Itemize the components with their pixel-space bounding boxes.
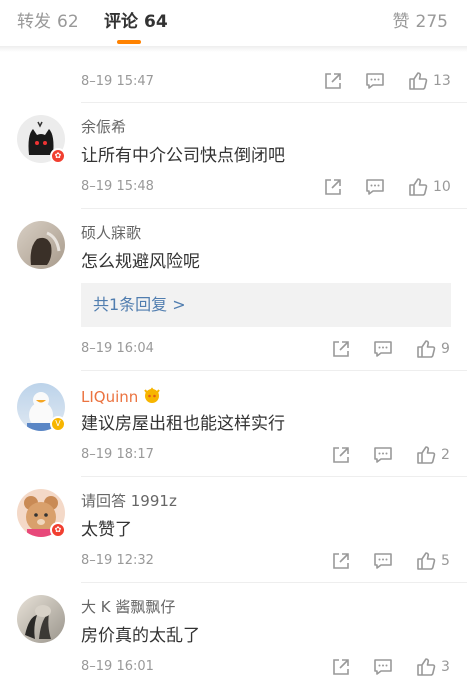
like-count: 2 bbox=[441, 447, 450, 463]
avatar[interactable]: V bbox=[17, 383, 66, 432]
verified-badge-icon: ✿ bbox=[50, 148, 66, 164]
comment-time: 8–19 15:48 bbox=[81, 179, 154, 194]
comment-item: 8–19 15:47 13 bbox=[0, 52, 467, 103]
like-count: 5 bbox=[441, 553, 450, 569]
comment-username[interactable]: 请回答 1991z bbox=[81, 492, 177, 510]
comment-time: 8–19 12:32 bbox=[81, 553, 154, 568]
comment-actions: 5 bbox=[328, 551, 467, 573]
tab-comments[interactable]: 评论 64 bbox=[104, 12, 168, 32]
comment-username[interactable]: LIQuinn bbox=[81, 386, 162, 408]
comment-item: ✿ 余侲希 让所有中介公司快点倒闭吧 8–19 15:48 10 bbox=[0, 103, 467, 209]
active-tab-indicator bbox=[117, 40, 141, 44]
tab-comments-count: 64 bbox=[144, 12, 168, 32]
comment-text: 让所有中介公司快点倒闭吧 bbox=[81, 146, 285, 166]
like-icon[interactable] bbox=[408, 71, 428, 91]
like-icon[interactable] bbox=[416, 551, 436, 571]
comment-item: 硕人寐歌 怎么规避风险呢 共1条回复 > 8–19 16:04 9 bbox=[0, 209, 467, 371]
comment-text: 太赞了 bbox=[81, 520, 132, 540]
comment-item: ✿ 请回答 1991z 太赞了 8–19 12:32 5 bbox=[0, 477, 467, 583]
avatar-image bbox=[17, 595, 65, 643]
like-count: 13 bbox=[433, 73, 451, 89]
comment-icon[interactable] bbox=[365, 177, 385, 197]
comment-icon[interactable] bbox=[373, 339, 393, 359]
comment-username-text: LIQuinn bbox=[81, 388, 139, 406]
tab-repost-label: 转发 bbox=[17, 12, 51, 32]
repost-icon[interactable] bbox=[323, 71, 343, 91]
comment-icon[interactable] bbox=[365, 71, 385, 91]
comment-time: 8–19 18:17 bbox=[81, 447, 154, 462]
comment-username[interactable]: 硕人寐歌 bbox=[81, 224, 141, 242]
tab-repost[interactable]: 转发 62 bbox=[17, 12, 79, 32]
avatar[interactable]: ✿ bbox=[17, 489, 66, 538]
comment-username[interactable]: 余侲希 bbox=[81, 118, 126, 136]
avatar[interactable] bbox=[17, 221, 65, 269]
like-count: 9 bbox=[441, 341, 450, 357]
tab-likes-label: 赞 bbox=[392, 12, 410, 32]
comments-page: 转发 62 评论 64 赞 275 8–19 15:47 13 ✿ 余侲希 让所… bbox=[0, 0, 467, 693]
repost-icon[interactable] bbox=[331, 339, 351, 359]
tab-likes[interactable]: 赞 275 bbox=[393, 12, 448, 32]
comment-actions: 2 bbox=[328, 445, 467, 467]
comment-time: 8–19 16:04 bbox=[81, 341, 154, 356]
comment-text: 建议房屋出租也能这样实行 bbox=[81, 414, 285, 434]
verified-badge-icon: ✿ bbox=[50, 522, 66, 538]
comment-username[interactable]: 大 K 酱飘飘仔 bbox=[81, 598, 175, 616]
comment-actions: 10 bbox=[320, 177, 460, 199]
comment-time: 8–19 15:47 bbox=[81, 74, 154, 89]
comment-actions: 9 bbox=[328, 339, 467, 361]
avatar-image bbox=[17, 221, 65, 269]
avatar[interactable]: ✿ bbox=[17, 115, 66, 164]
avatar[interactable] bbox=[17, 595, 65, 643]
verified-badge-icon: V bbox=[50, 416, 66, 432]
repost-icon[interactable] bbox=[331, 551, 351, 571]
comment-actions: 13 bbox=[320, 71, 460, 93]
like-icon[interactable] bbox=[416, 657, 436, 677]
comment-time: 8–19 16:01 bbox=[81, 659, 154, 674]
comment-icon[interactable] bbox=[373, 551, 393, 571]
like-count: 10 bbox=[433, 179, 451, 195]
comment-item: 大 K 酱飘飘仔 房价真的太乱了 8–19 16:01 3 bbox=[0, 583, 467, 693]
tab-bar: 转发 62 评论 64 赞 275 bbox=[0, 0, 467, 46]
repost-icon[interactable] bbox=[331, 445, 351, 465]
comment-actions: 3 bbox=[328, 657, 467, 679]
tab-repost-count: 62 bbox=[57, 12, 79, 32]
tab-comments-label: 评论 bbox=[104, 12, 138, 32]
comment-icon[interactable] bbox=[373, 445, 393, 465]
comment-text: 房价真的太乱了 bbox=[81, 626, 200, 646]
like-icon[interactable] bbox=[416, 339, 436, 359]
like-icon[interactable] bbox=[416, 445, 436, 465]
reply-summary-box[interactable]: 共1条回复 > bbox=[81, 283, 451, 327]
comment-text: 怎么规避风险呢 bbox=[81, 252, 200, 272]
like-icon[interactable] bbox=[408, 177, 428, 197]
view-replies-link[interactable]: 共1条回复 > bbox=[93, 295, 186, 315]
like-count: 3 bbox=[441, 659, 450, 675]
comment-item: V LIQuinn 建议房屋出租也能这样实行 8–19 18:17 2 bbox=[0, 371, 467, 477]
comment-icon[interactable] bbox=[373, 657, 393, 677]
repost-icon[interactable] bbox=[323, 177, 343, 197]
vip-crown-icon bbox=[142, 386, 162, 408]
repost-icon[interactable] bbox=[331, 657, 351, 677]
tab-likes-count: 275 bbox=[415, 12, 448, 32]
